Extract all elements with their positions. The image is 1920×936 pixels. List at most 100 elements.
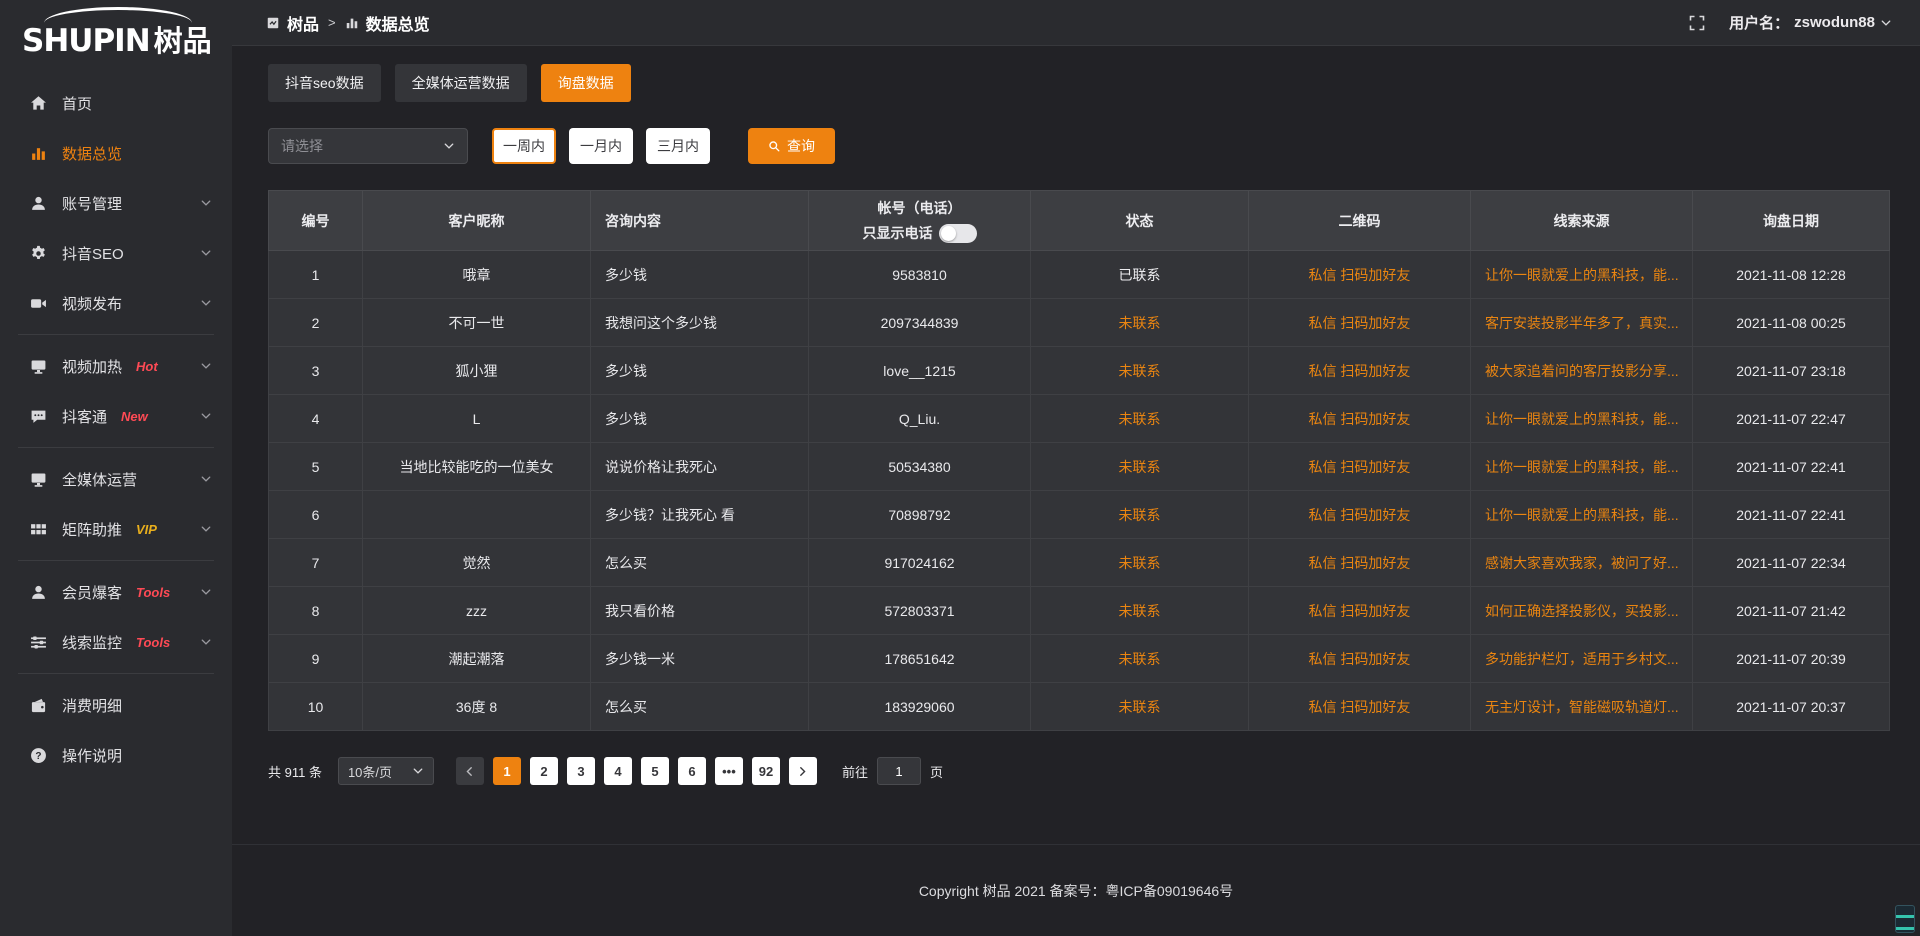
sidebar-item-media-operation[interactable]: 全媒体运营 — [0, 454, 232, 504]
cell-qr-links[interactable]: 私信 扫码加好友 — [1249, 491, 1471, 539]
cell-no: 9 — [269, 635, 363, 683]
cell-no: 5 — [269, 443, 363, 491]
goto-page-input[interactable] — [877, 757, 921, 785]
column-header-4: 状态 — [1031, 191, 1249, 251]
sidebar-item-member-blast[interactable]: 会员爆客Tools — [0, 567, 232, 617]
cell-date: 2021-11-07 20:39 — [1693, 635, 1890, 683]
user-menu[interactable]: 用户名： zswodun88 — [1729, 12, 1892, 33]
tab-inquiry-data[interactable]: 询盘数据 — [541, 64, 631, 102]
cell-source[interactable]: 让你一眼就爱上的黑科技，能... — [1471, 251, 1693, 299]
cell-source[interactable]: 让你一眼就爱上的黑科技，能... — [1471, 491, 1693, 539]
cell-nickname: 当地比较能吃的一位美女 — [363, 443, 591, 491]
sidebar-item-video-publish[interactable]: 视频发布 — [0, 278, 232, 328]
cell-nickname: 不可一世 — [363, 299, 591, 347]
sidebar-item-label: 消费明细 — [62, 695, 122, 716]
data-tabs: 抖音seo数据全媒体运营数据询盘数据 — [268, 64, 1890, 102]
page-button-92[interactable]: 92 — [752, 757, 780, 785]
cell-account: 9583810 — [809, 251, 1031, 299]
sidebar-item-operation-guide[interactable]: ?操作说明 — [0, 730, 232, 780]
table-row: 4L多少钱Q_Liu.未联系私信 扫码加好友让你一眼就爱上的黑科技，能...20… — [269, 395, 1890, 443]
next-page-button[interactable] — [789, 757, 817, 785]
cell-qr-links[interactable]: 私信 扫码加好友 — [1249, 539, 1471, 587]
period-button-quarter[interactable]: 三月内 — [646, 128, 710, 164]
cell-qr-links[interactable]: 私信 扫码加好友 — [1249, 683, 1471, 731]
cell-content: 我想问这个多少钱 — [591, 299, 809, 347]
sidebar-item-douyin-seo[interactable]: 抖音SEO — [0, 228, 232, 278]
cell-nickname: zzz — [363, 587, 591, 635]
chevron-down-icon — [412, 765, 424, 777]
tab-media-operation-data[interactable]: 全媒体运营数据 — [395, 64, 527, 102]
table-row: 1哦章多少钱9583810已联系私信 扫码加好友让你一眼就爱上的黑科技，能...… — [269, 251, 1890, 299]
pagination: 共 911 条10条/页123456•••92前往页 — [268, 757, 1890, 785]
page-size-select[interactable]: 10条/页 — [338, 757, 434, 785]
cell-nickname: 哦章 — [363, 251, 591, 299]
chevron-down-icon — [200, 247, 212, 259]
cell-date: 2021-11-08 12:28 — [1693, 251, 1890, 299]
breadcrumb-root[interactable]: 树品 — [287, 11, 319, 35]
sidebar-item-label: 会员爆客 — [62, 582, 122, 603]
page-button-3[interactable]: 3 — [567, 757, 595, 785]
phone-only-toggle[interactable] — [939, 224, 977, 243]
chevron-down-icon — [200, 473, 212, 485]
sidebar-item-douketong[interactable]: 抖客通New — [0, 391, 232, 441]
topbar: 树品 > 数据总览 用户名： zswodun88 — [232, 0, 1920, 46]
search-button[interactable]: 查询 — [748, 128, 835, 164]
sidebar-item-consume-detail[interactable]: 消费明细 — [0, 680, 232, 730]
table-row: 2不可一世我想问这个多少钱2097344839未联系私信 扫码加好友客厅安装投影… — [269, 299, 1890, 347]
cell-qr-links[interactable]: 私信 扫码加好友 — [1249, 635, 1471, 683]
svg-text:?: ? — [35, 751, 41, 762]
grid-icon — [30, 521, 47, 538]
period-button-month[interactable]: 一月内 — [569, 128, 633, 164]
help-icon: ? — [30, 747, 47, 764]
cell-source[interactable]: 客厅安装投影半年多了，真实... — [1471, 299, 1693, 347]
sidebar-item-clue-monitor[interactable]: 线索监控Tools — [0, 617, 232, 667]
breadcrumb: 树品 > 数据总览 — [266, 11, 430, 35]
column-header-3: 帐号（电话）只显示电话 — [809, 191, 1031, 251]
tab-douyin-seo-data[interactable]: 抖音seo数据 — [268, 64, 381, 102]
cell-no: 6 — [269, 491, 363, 539]
page-button-1[interactable]: 1 — [493, 757, 521, 785]
account-select[interactable]: 请选择 — [268, 128, 468, 164]
page-button-4[interactable]: 4 — [604, 757, 632, 785]
prev-page-button[interactable] — [456, 757, 484, 785]
cell-source[interactable]: 让你一眼就爱上的黑科技，能... — [1471, 443, 1693, 491]
cell-date: 2021-11-08 00:25 — [1693, 299, 1890, 347]
cell-source[interactable]: 被大家追着问的客厅投影分享... — [1471, 347, 1693, 395]
phone-toggle-row: 只显示电话 — [819, 223, 1020, 243]
page-button-5[interactable]: 5 — [641, 757, 669, 785]
cell-source[interactable]: 感谢大家喜欢我家，被问了好... — [1471, 539, 1693, 587]
sidebar-item-label: 抖音SEO — [62, 243, 124, 264]
logo-arc-decoration — [44, 7, 192, 23]
username-label: 用户名： — [1729, 12, 1789, 33]
cell-source[interactable]: 多功能护栏灯，适用于乡村文... — [1471, 635, 1693, 683]
cell-qr-links[interactable]: 私信 扫码加好友 — [1249, 251, 1471, 299]
cell-source[interactable]: 无主灯设计，智能磁吸轨道灯... — [1471, 683, 1693, 731]
column-header-7: 询盘日期 — [1693, 191, 1890, 251]
column-header-0: 编号 — [269, 191, 363, 251]
sidebar-item-data-overview[interactable]: 数据总览 — [0, 128, 232, 178]
table-row: 6多少钱？让我死心 看70898792未联系私信 扫码加好友让你一眼就爱上的黑科… — [269, 491, 1890, 539]
chat-widget-icon[interactable] — [1895, 905, 1915, 933]
fullscreen-icon[interactable] — [1689, 15, 1705, 31]
sidebar-item-video-heat[interactable]: 视频加热Hot — [0, 341, 232, 391]
sidebar-item-matrix-boost[interactable]: 矩阵助推VIP — [0, 504, 232, 554]
cell-source[interactable]: 让你一眼就爱上的黑科技，能... — [1471, 395, 1693, 443]
page-button-6[interactable]: 6 — [678, 757, 706, 785]
page-ellipsis-button[interactable]: ••• — [715, 757, 743, 785]
cell-qr-links[interactable]: 私信 扫码加好友 — [1249, 395, 1471, 443]
goto-label: 前往 — [842, 762, 868, 781]
table-wrap: 编号客户昵称咨询内容帐号（电话）只显示电话状态二维码线索来源询盘日期 1哦章多少… — [268, 190, 1890, 731]
cell-status: 未联系 — [1031, 395, 1249, 443]
cell-nickname: 36度 8 — [363, 683, 591, 731]
cell-qr-links[interactable]: 私信 扫码加好友 — [1249, 299, 1471, 347]
sidebar-item-label: 视频加热 — [62, 356, 122, 377]
cell-qr-links[interactable]: 私信 扫码加好友 — [1249, 347, 1471, 395]
cell-qr-links[interactable]: 私信 扫码加好友 — [1249, 443, 1471, 491]
page-button-2[interactable]: 2 — [530, 757, 558, 785]
cell-qr-links[interactable]: 私信 扫码加好友 — [1249, 587, 1471, 635]
sidebar-item-home[interactable]: 首页 — [0, 78, 232, 128]
sidebar-item-account-management[interactable]: 账号管理 — [0, 178, 232, 228]
period-button-week[interactable]: 一周内 — [492, 128, 556, 164]
cell-source[interactable]: 如何正确选择投影仪，买投影... — [1471, 587, 1693, 635]
column-header-5: 二维码 — [1249, 191, 1471, 251]
